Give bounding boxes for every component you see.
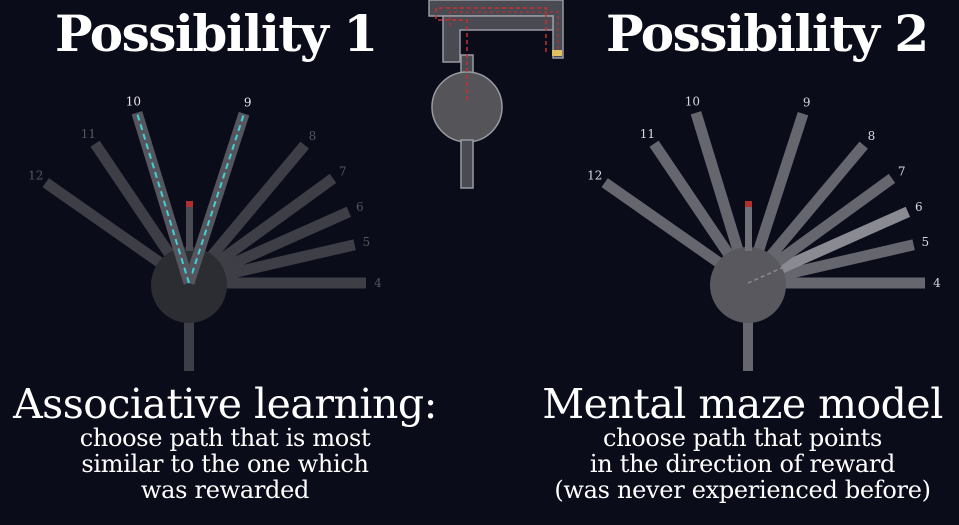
arm-label-6: 6 bbox=[356, 200, 364, 214]
maze-hub bbox=[151, 247, 227, 323]
blocked-arm-marker bbox=[186, 201, 193, 207]
caption-line: choose path that points bbox=[602, 424, 883, 452]
arm-label-12: 12 bbox=[587, 169, 602, 183]
arm-label-10: 10 bbox=[126, 94, 141, 108]
arm-label-7: 7 bbox=[898, 164, 906, 178]
caption-line: (was never experienced before) bbox=[554, 476, 931, 504]
training-maze bbox=[428, 0, 564, 189]
blocked-arm bbox=[186, 205, 193, 251]
arm-label-6: 6 bbox=[915, 200, 923, 214]
arm-label-4: 4 bbox=[374, 276, 382, 290]
caption-title: Associative learning: bbox=[13, 380, 437, 428]
maze-hub bbox=[710, 247, 786, 323]
mental-maze-caption: Mental maze model choose path that point… bbox=[520, 380, 959, 504]
associative-learning-caption: Associative learning: choose path that i… bbox=[5, 380, 445, 504]
training-maze-stem bbox=[442, 15, 554, 63]
arm-label-8: 8 bbox=[868, 129, 876, 143]
training-maze-start-arm bbox=[460, 139, 474, 189]
arm-label-5: 5 bbox=[922, 235, 930, 249]
blocked-arm bbox=[745, 205, 752, 251]
arm-label-4: 4 bbox=[933, 276, 941, 290]
arm-label-10: 10 bbox=[685, 94, 700, 108]
arm-label-7: 7 bbox=[339, 164, 347, 178]
arm-label-11: 11 bbox=[81, 127, 96, 141]
arm-label-8: 8 bbox=[309, 129, 317, 143]
caption-line: similar to the one which bbox=[81, 450, 369, 478]
caption-title: Mental maze model bbox=[542, 380, 943, 428]
arm-label-9: 9 bbox=[244, 95, 252, 109]
arm-label-11: 11 bbox=[640, 127, 655, 141]
caption-line: choose path that is most bbox=[79, 424, 371, 452]
blocked-arm-marker bbox=[745, 201, 752, 207]
food-reward-icon bbox=[552, 50, 562, 56]
arm-label-12: 12 bbox=[28, 169, 43, 183]
arm-label-9: 9 bbox=[803, 95, 811, 109]
radial-maze-left: 4 5 6 7 8 9 10 11 12 bbox=[28, 94, 382, 371]
caption-line: was rewarded bbox=[140, 476, 310, 504]
radial-maze-right: 4 5 6 7 8 9 10 11 12 bbox=[587, 94, 941, 371]
arm-label-5: 5 bbox=[363, 235, 371, 249]
caption-line: in the direction of reward bbox=[589, 450, 896, 478]
